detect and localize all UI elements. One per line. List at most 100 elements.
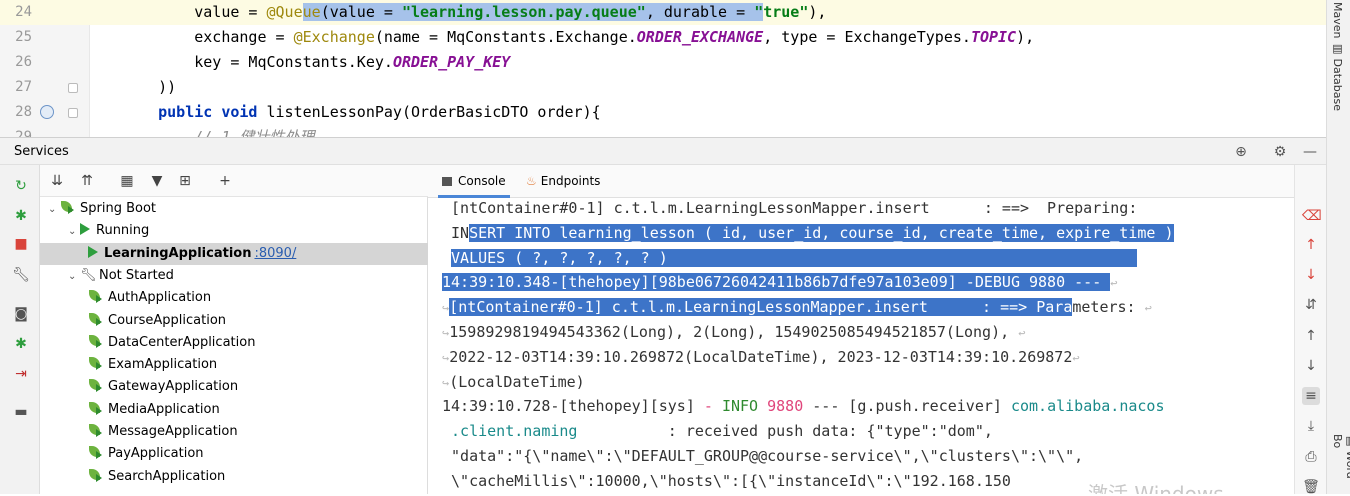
code-token: ORDER_PAY_KEY — [392, 53, 511, 71]
new-tab-icon[interactable]: ⊞ — [176, 172, 194, 190]
tree-node[interactable]: MediaApplication — [40, 399, 220, 421]
minimize-icon[interactable]: — — [1301, 143, 1319, 161]
tree-node[interactable]: ExamApplication — [40, 354, 217, 376]
scroll-down-icon[interactable]: ↓ — [1302, 357, 1320, 375]
up-arrow-icon[interactable]: ↑ — [1302, 236, 1320, 254]
line-number: 24 — [15, 4, 32, 20]
code-line[interactable]: 25 exchange = @Exchange(name = MqConstan… — [0, 25, 1326, 50]
console-panel[interactable]: Console ♨ Endpoints [ntContainer#0-1] c.t… — [428, 165, 1294, 494]
collapse-all-icon[interactable]: ⇈ — [78, 172, 96, 190]
tree-node[interactable]: ⌄ 🔧︎ Not Started — [40, 265, 174, 287]
fold-marker-icon[interactable] — [68, 108, 78, 118]
code-token: "learning.lesson.pay.queue" — [401, 3, 646, 21]
debug-icon[interactable]: ✱ — [12, 207, 30, 225]
code-line[interactable]: 29 // 1.健壮性处理 — [0, 125, 1326, 137]
maven-tab[interactable]: Maven — [1331, 2, 1344, 38]
console-line: ↪1598929819494543362(Long), 2(Long), 154… — [442, 320, 1294, 345]
line-number: 29 — [15, 129, 32, 137]
rabbit-listener-gutter-icon[interactable] — [40, 105, 54, 119]
spring-icon — [88, 312, 104, 326]
code-token: @Que — [266, 3, 303, 21]
chevron-down-icon[interactable]: ⌄ — [68, 266, 80, 288]
console-text: meters: — [1072, 298, 1145, 317]
tree-node[interactable]: DataCenterApplication — [40, 332, 255, 354]
tree-node[interactable]: GatewayApplication — [40, 376, 238, 398]
fold-marker-icon[interactable] — [68, 83, 78, 93]
tree-node[interactable]: LearningApplication:8090/ — [40, 242, 428, 265]
clear-icon[interactable]: ⌫ — [1302, 207, 1322, 225]
tab-console[interactable]: Console — [438, 165, 510, 198]
code-token: @Exchange — [293, 28, 375, 46]
tree-node-label: LearningApplication — [104, 245, 252, 261]
code-line[interactable]: 26 key = MqConstants.Key.ORDER_PAY_KEY — [0, 50, 1326, 75]
run-icon — [80, 223, 90, 236]
chevron-down-icon[interactable]: ⌄ — [68, 221, 80, 243]
endpoints-icon: ♨ — [526, 174, 537, 188]
line-number: 25 — [15, 29, 32, 45]
scroll-up-icon[interactable]: ↑ — [1302, 327, 1320, 345]
console-text: --- [g.push.receiver] — [803, 397, 1011, 416]
spring-icon — [88, 334, 104, 348]
stop-icon[interactable]: ■ — [12, 235, 30, 253]
filter-icon[interactable]: ▼ — [148, 172, 166, 190]
services-header: Services ⊕ ⚙ — — [0, 137, 1326, 165]
tree-node-label: SearchApplication — [108, 468, 226, 484]
layout-icon[interactable]: ▬ — [12, 403, 30, 421]
scroll-to-end-icon[interactable]: ⤓ — [1302, 417, 1320, 435]
wrench-icon[interactable]: 🔧︎ — [12, 266, 30, 284]
expand-all-icon[interactable]: ⇊ — [48, 172, 66, 190]
code-token: listenLessonPay(OrderBasicDTO order){ — [257, 103, 601, 121]
code-token: ORDER_EXCHANGE — [636, 28, 764, 46]
gear-icon[interactable]: ⚙ — [1271, 143, 1289, 161]
code-token: true" — [763, 3, 809, 21]
code-token: ), — [1016, 28, 1035, 46]
camera-icon[interactable]: ◙ — [12, 305, 30, 323]
console-text: VALUES ( ?, ?, ?, ?, ? ) — [451, 248, 1138, 267]
spring-icon — [88, 378, 104, 393]
tab-endpoints[interactable]: ♨ Endpoints — [522, 165, 604, 198]
port-link[interactable]: :8090/ — [254, 246, 296, 261]
debug-bug-icon[interactable]: ✱ — [12, 335, 30, 353]
console-text: 2022-12-03T14:39:10.269872(LocalDateTime… — [449, 347, 1073, 366]
line-number: 28 — [15, 104, 32, 120]
console-line: [ntContainer#0-1] c.t.l.m.LearningLesson… — [442, 196, 1294, 221]
console-line: INSERT INTO learning_lesson ( id, user_i… — [442, 221, 1294, 246]
code-line[interactable]: 28 public void listenLessonPay(OrderBasi… — [0, 100, 1326, 125]
add-service-icon[interactable]: + — [216, 172, 234, 190]
tree-node-label: GatewayApplication — [108, 379, 239, 395]
database-tab-label: Database — [1331, 58, 1344, 112]
soft-wrap-icon[interactable]: ≡ — [1302, 387, 1320, 405]
tree-node[interactable]: ⌄ Spring Boot — [40, 198, 156, 220]
tree-node[interactable]: MessageApplication — [40, 421, 238, 443]
exit-icon[interactable]: ⇥ — [12, 365, 30, 383]
code-line[interactable]: 27 )) — [0, 75, 1326, 100]
code-line[interactable]: 24 value = @Queue(value = "learning.less… — [0, 0, 1326, 25]
console-text: 14:39:10.348-[thehopey][98be06726042411b… — [442, 273, 1111, 292]
console-line: 14:39:10.728-[thehopey][sys] - INFO 9880… — [442, 394, 1294, 419]
tree-node[interactable]: CourseApplication — [40, 310, 226, 332]
code-token: ), — [808, 3, 827, 21]
database-tab[interactable]: ▤ Database — [1331, 42, 1344, 111]
down-arrow-icon[interactable]: ↓ — [1302, 266, 1320, 284]
chevron-down-icon[interactable]: ⌄ — [48, 199, 60, 221]
console-text: IN — [451, 223, 470, 242]
code-editor[interactable]: 24 value = @Queue(value = "learning.less… — [0, 0, 1326, 137]
services-left-toolbar: ↻ ✱ ■ 🔧︎ ◙ ✱ ⇥ ▬ — [0, 165, 40, 494]
print-icon[interactable]: ⎙ — [1302, 448, 1320, 466]
wrap-icon: ↩ — [1072, 350, 1080, 365]
word-book-tab[interactable]: ▥ Word Bo — [1331, 434, 1350, 494]
delete-icon[interactable]: 🗑︎ — [1302, 478, 1320, 496]
tree-node-label: MessageApplication — [108, 424, 238, 439]
crosshair-icon[interactable]: ⊕ — [1232, 143, 1250, 161]
tree-node[interactable]: SearchApplication — [40, 466, 225, 488]
tree-node[interactable]: ⌄ Running — [40, 220, 149, 242]
tree-node[interactable]: AuthApplication — [40, 287, 211, 309]
tree-node[interactable]: PayApplication — [40, 443, 204, 465]
group-by-icon[interactable]: ▦ — [118, 172, 136, 190]
tree-node-label: MediaApplication — [108, 401, 220, 417]
rerun-icon[interactable]: ↻ — [12, 177, 30, 195]
sort-icon[interactable]: ⇵ — [1302, 296, 1320, 314]
code-text: public void listenLessonPay(OrderBasicDT… — [122, 100, 601, 125]
